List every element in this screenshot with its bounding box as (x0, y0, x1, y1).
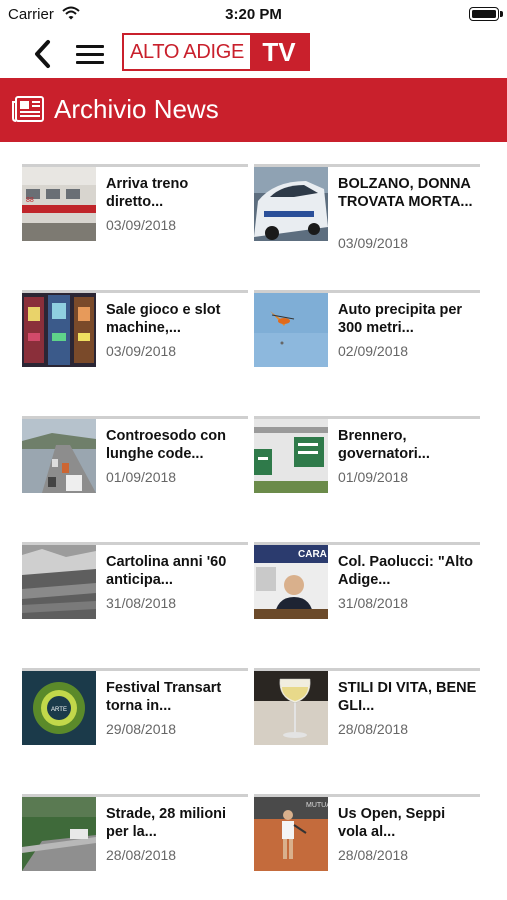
article-date: 28/08/2018 (338, 721, 409, 737)
news-card[interactable]: Brennero, governatori... 01/09/2018 (254, 416, 480, 494)
article-title: Controesodo con lunghe code... (106, 428, 227, 462)
slot-machines-thumbnail (22, 293, 96, 367)
logo-text: ALTO ADIGE (124, 35, 250, 69)
article-title: Arriva treno diretto... (106, 176, 189, 210)
status-time: 3:20 PM (225, 6, 282, 23)
news-card[interactable]: Strade, 28 milioni per la... 28/08/2018 (22, 794, 248, 872)
article-title: Us Open, Seppi vola al... (338, 806, 446, 840)
article-date: 01/09/2018 (338, 469, 409, 485)
news-card[interactable]: MUTUA Us Open, Seppi vola al... 28/08/20… (254, 794, 480, 872)
article-title: STILI DI VITA, BENE GLI... (338, 680, 477, 714)
battery-icon (469, 7, 503, 21)
article-date: 02/09/2018 (338, 343, 409, 359)
svg-text:MUTUA: MUTUA (306, 802, 328, 809)
road-thumbnail (22, 797, 96, 871)
news-card[interactable]: Sale gioco e slot machine,... 03/09/2018 (22, 290, 248, 368)
tennis-player-thumbnail: MUTUA (254, 797, 328, 871)
article-title: Strade, 28 milioni per la... (106, 806, 227, 840)
article-date: 31/08/2018 (106, 595, 177, 611)
article-title: Brennero, governatori... (338, 428, 430, 462)
nav-bar: ALTO ADIGE TV (0, 30, 507, 78)
svg-text:CARA: CARA (298, 549, 327, 560)
road-signs-thumbnail (254, 419, 328, 493)
section-header: Archivio News (0, 78, 507, 142)
wine-glass-thumbnail (254, 671, 328, 745)
officer-thumbnail: CARA (254, 545, 328, 619)
back-button[interactable] (30, 38, 56, 70)
train-thumbnail: 88 (22, 167, 96, 241)
news-card[interactable]: Controesodo con lunghe code... 01/09/201… (22, 416, 248, 494)
menu-icon-bar (76, 61, 104, 64)
article-title: Cartolina anni '60 anticipa... (106, 554, 227, 588)
article-title: Auto precipita per 300 metri... (338, 302, 463, 336)
article-date: 28/08/2018 (338, 847, 409, 863)
helicopter-thumbnail (254, 293, 328, 367)
article-date: 03/09/2018 (106, 217, 177, 233)
police-car-thumbnail (254, 167, 328, 241)
article-date: 01/09/2018 (106, 469, 177, 485)
news-card[interactable]: ARTE Festival Transart torna in... 29/08… (22, 668, 248, 746)
article-date: 29/08/2018 (106, 721, 177, 737)
menu-icon-bar (76, 53, 104, 56)
logo-tv: TV (250, 35, 308, 69)
news-card[interactable]: Cartolina anni '60 anticipa... 31/08/201… (22, 542, 248, 620)
alto-adige-tv-logo[interactable]: ALTO ADIGE TV (122, 33, 310, 71)
article-title: Col. Paolucci: "Alto Adige... (338, 554, 473, 588)
highway-traffic-thumbnail (22, 419, 96, 493)
article-date: 03/09/2018 (106, 343, 177, 359)
news-card[interactable]: BOLZANO, DONNA TROVATA MORTA... 03/09/20… (254, 164, 480, 251)
newspaper-icon (12, 96, 44, 122)
article-date: 28/08/2018 (106, 847, 177, 863)
status-bar: Carrier 3:20 PM (0, 0, 507, 30)
news-card[interactable]: CARA Col. Paolucci: "Alto Adige... 31/08… (254, 542, 480, 620)
article-title: BOLZANO, DONNA TROVATA MORTA... (338, 176, 473, 210)
article-date: 03/09/2018 (338, 235, 409, 251)
news-card[interactable]: Auto precipita per 300 metri... 02/09/20… (254, 290, 480, 368)
article-title: Sale gioco e slot machine,... (106, 302, 221, 336)
news-card[interactable]: STILI DI VITA, BENE GLI... 28/08/2018 (254, 668, 480, 746)
news-card[interactable]: 88 Arriva treno diretto... 03/09/2018 (22, 164, 248, 242)
festival-logo-thumbnail: ARTE (22, 671, 96, 745)
svg-text:ARTE: ARTE (51, 707, 67, 713)
article-date: 31/08/2018 (338, 595, 409, 611)
menu-icon-bar (76, 45, 104, 48)
section-title: Archivio News (54, 94, 219, 124)
article-title: Festival Transart torna in... (106, 680, 222, 714)
town-postcard-thumbnail (22, 545, 96, 619)
svg-text:88: 88 (26, 197, 34, 204)
menu-button[interactable] (74, 42, 106, 66)
